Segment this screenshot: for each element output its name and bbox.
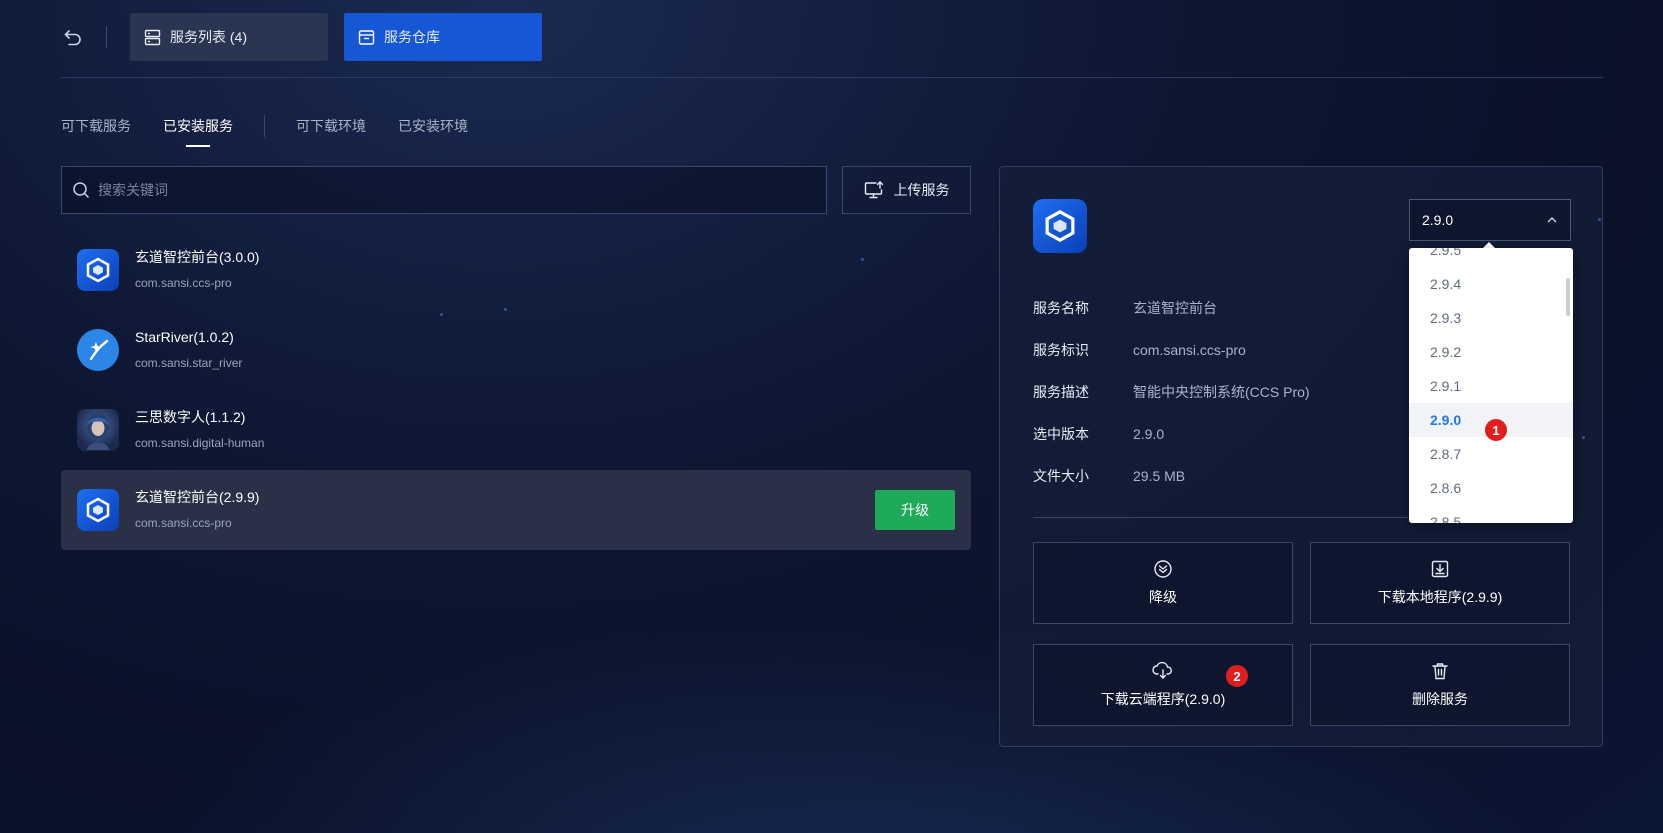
info-row-id: 服务标识 com.sansi.ccs-pro [1033, 329, 1310, 371]
download-local-button[interactable]: 下载本地程序(2.9.9) [1310, 542, 1570, 624]
star-river-logo [77, 329, 119, 371]
version-option[interactable]: 2.8.6 [1409, 471, 1573, 505]
info-row-description: 服务描述 智能中央控制系统(CCS Pro) [1033, 371, 1310, 413]
hexagon-logo [77, 249, 119, 291]
service-info: 服务名称 玄道智控前台 服务标识 com.sansi.ccs-pro 服务描述 … [1033, 287, 1310, 497]
tab-downloadable-services[interactable]: 可下载服务 [61, 114, 131, 138]
chevron-up-icon [1546, 216, 1558, 224]
downgrade-button[interactable]: 降级 [1033, 542, 1293, 624]
annotation-badge-1: 1 [1485, 419, 1507, 441]
info-row-name: 服务名称 玄道智控前台 [1033, 287, 1310, 329]
version-options: 2.9.5 2.9.4 2.9.3 2.9.2 2.9.1 2.9.0 2.8.… [1409, 248, 1573, 523]
server-list-icon [144, 29, 161, 46]
service-name: StarRiver(1.0.2) [135, 329, 234, 345]
version-select[interactable]: 2.9.0 [1409, 199, 1571, 241]
header-divider [61, 77, 1603, 78]
download-cloud-button[interactable]: 下载云端程序(2.9.0) [1033, 644, 1293, 726]
info-value: 智能中央控制系统(CCS Pro) [1133, 384, 1310, 400]
version-option[interactable]: 2.9.5 [1409, 248, 1573, 267]
list-item[interactable]: 玄道智控前台(3.0.0) com.sansi.ccs-pro [61, 230, 971, 310]
tab-installed-environments[interactable]: 已安装环境 [398, 114, 468, 138]
category-tabs: 可下载服务 已安装服务 可下载环境 已安装环境 [61, 114, 468, 138]
cloud-download-icon [1152, 661, 1174, 681]
chevron-double-down-icon [1153, 559, 1173, 579]
service-list-label: 服务列表 (4) [170, 29, 247, 45]
service-id: com.sansi.ccs-pro [135, 516, 232, 530]
hexagon-logo [77, 489, 119, 531]
upload-service-label: 上传服务 [893, 182, 950, 198]
decorative-dot [1582, 436, 1585, 439]
top-bar: 服务列表 (4) 服务仓库 [61, 13, 542, 61]
service-repo-button[interactable]: 服务仓库 [344, 13, 542, 61]
dropdown-scrollbar[interactable] [1566, 278, 1570, 316]
upload-service-button[interactable]: 上传服务 [842, 166, 971, 214]
info-key: 服务标识 [1033, 342, 1089, 358]
decorative-dot [861, 258, 864, 261]
list-item-selected[interactable]: 玄道智控前台(2.9.9) com.sansi.ccs-pro 升级 [61, 470, 971, 550]
service-repo-label: 服务仓库 [384, 29, 440, 45]
digital-human-avatar [77, 409, 119, 451]
delete-service-button[interactable]: 删除服务 [1310, 644, 1570, 726]
upgrade-button[interactable]: 升级 [875, 490, 955, 530]
decorative-dot [440, 313, 443, 316]
info-value: 29.5 MB [1133, 468, 1186, 484]
info-key: 选中版本 [1033, 426, 1089, 442]
info-key: 服务名称 [1033, 300, 1089, 316]
version-option[interactable]: 2.9.1 [1409, 369, 1573, 403]
version-option[interactable]: 2.9.3 [1409, 301, 1573, 335]
version-dropdown: 2.9.5 2.9.4 2.9.3 2.9.2 2.9.1 2.9.0 2.8.… [1409, 248, 1573, 523]
service-name: 玄道智控前台(3.0.0) [135, 249, 260, 265]
installed-service-list: 玄道智控前台(3.0.0) com.sansi.ccs-pro StarRive… [61, 230, 971, 550]
service-name: 玄道智控前台(2.9.9) [135, 489, 260, 505]
annotation-badge-2: 2 [1226, 665, 1248, 687]
version-option[interactable]: 2.9.4 [1409, 267, 1573, 301]
version-select-value: 2.9.0 [1422, 212, 1454, 228]
info-value: 2.9.0 [1133, 426, 1165, 442]
download-local-label: 下载本地程序(2.9.9) [1377, 589, 1503, 605]
tab-downloadable-environments[interactable]: 可下载环境 [296, 114, 366, 138]
info-key: 服务描述 [1033, 384, 1089, 400]
delete-service-label: 删除服务 [1412, 691, 1468, 707]
download-box-icon [1430, 559, 1450, 579]
downgrade-label: 降级 [1149, 589, 1177, 605]
decorative-dot [1598, 218, 1601, 221]
info-value: 玄道智控前台 [1133, 300, 1217, 316]
search-box [61, 166, 827, 214]
trash-icon [1430, 661, 1450, 681]
service-id: com.sansi.digital-human [135, 436, 265, 450]
version-option[interactable]: 2.9.2 [1409, 335, 1573, 369]
tab-installed-services[interactable]: 已安装服务 [163, 114, 233, 138]
upload-monitor-icon [864, 181, 884, 199]
info-row-size: 文件大小 29.5 MB [1033, 455, 1310, 497]
decorative-dot [504, 308, 507, 311]
version-option[interactable]: 2.8.5 [1409, 505, 1573, 523]
hexagon-logo [1033, 199, 1087, 253]
service-name: 三思数字人(1.1.2) [135, 409, 246, 425]
version-option[interactable]: 2.8.7 [1409, 437, 1573, 471]
download-cloud-label: 下载云端程序(2.9.0) [1100, 691, 1226, 707]
service-list-button[interactable]: 服务列表 (4) [130, 13, 328, 61]
service-id: com.sansi.ccs-pro [135, 276, 232, 290]
topbar-divider [106, 26, 107, 48]
info-value: com.sansi.ccs-pro [1133, 342, 1246, 358]
tab-divider [264, 115, 265, 137]
archive-icon [358, 29, 375, 46]
search-icon [72, 181, 90, 199]
list-item[interactable]: StarRiver(1.0.2) com.sansi.star_river [61, 310, 971, 390]
info-row-version: 选中版本 2.9.0 [1033, 413, 1310, 455]
undo-icon[interactable] [61, 25, 85, 49]
info-key: 文件大小 [1033, 468, 1089, 484]
service-id: com.sansi.star_river [135, 356, 243, 370]
search-input[interactable] [98, 182, 826, 198]
list-item[interactable]: 三思数字人(1.1.2) com.sansi.digital-human [61, 390, 971, 470]
